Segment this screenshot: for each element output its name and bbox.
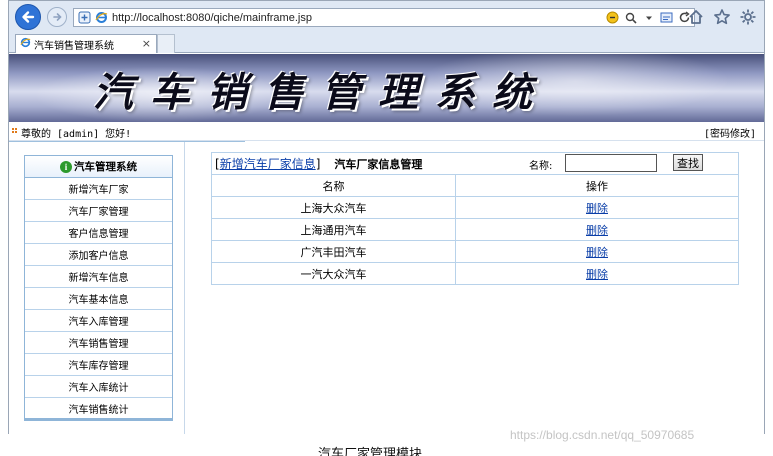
- arrow-right-icon: [53, 13, 62, 21]
- sidebar-menu: i 汽车管理系统 新增汽车厂家 汽车厂家管理 客户信息管理 添加客户信息 新增汽…: [24, 155, 173, 421]
- search-label: 名称:: [529, 161, 553, 172]
- watermark: https://blog.csdn.net/qq_50970685: [510, 428, 695, 442]
- browser-tab[interactable]: 汽车销售管理系统 ×: [15, 34, 157, 53]
- delete-link[interactable]: 删除: [586, 268, 608, 281]
- delete-link[interactable]: 删除: [586, 202, 608, 215]
- column-header-action: 操作: [455, 174, 739, 197]
- manufacturer-table: 名称 操作 上海大众汽车 删除 上海通用汽车 删除 广汽丰田汽车 删除 一汽大众…: [211, 174, 739, 285]
- delete-link[interactable]: 删除: [586, 224, 608, 237]
- manufacturer-name: 广汽丰田汽车: [211, 240, 456, 263]
- table-row: 一汽大众汽车 删除: [211, 262, 739, 285]
- compatibility-view-icon[interactable]: [660, 11, 673, 24]
- sidebar-item-manufacturer-management[interactable]: 汽车厂家管理: [25, 200, 172, 222]
- bracket-close: ]: [315, 156, 321, 171]
- user-bar: 尊敬的 [admin] 您好! [密码修改]: [9, 122, 764, 141]
- content-toolbar: [ 新增汽车厂家信息 ] 汽车厂家信息管理 名称: 查找: [211, 152, 739, 174]
- browser-right-tools: [686, 7, 758, 27]
- search-input[interactable]: [565, 154, 657, 172]
- action-cell: 删除: [455, 218, 739, 241]
- banner-title: 汽车销售管理系统: [93, 69, 549, 116]
- table-row: 上海通用汽车 删除: [211, 218, 739, 241]
- manufacturer-name: 上海大众汽车: [211, 196, 456, 219]
- browser-toolbar: http://localhost:8080/qiche/mainframe.js…: [9, 1, 764, 33]
- left-frame: i 汽车管理系统 新增汽车厂家 汽车厂家管理 客户信息管理 添加客户信息 新增汽…: [9, 142, 185, 434]
- manufacturer-name: 一汽大众汽车: [211, 262, 456, 285]
- address-tools: [606, 10, 691, 25]
- address-bar[interactable]: http://localhost:8080/qiche/mainframe.js…: [73, 8, 695, 27]
- action-cell: 删除: [455, 196, 739, 219]
- arrow-left-icon: [22, 11, 35, 23]
- new-tab-button[interactable]: [157, 34, 175, 53]
- ie-icon: [95, 11, 108, 24]
- page-viewport: 汽车销售管理系统 尊敬的 [admin] 您好! [密码修改] i 汽车管理系统…: [9, 54, 764, 434]
- column-header-name: 名称: [211, 174, 456, 197]
- sidebar-item-stock-in[interactable]: 汽车入库管理: [25, 310, 172, 332]
- dropdown-icon[interactable]: [642, 11, 655, 24]
- manufacturer-name: 上海通用汽车: [211, 218, 456, 241]
- tab-title: 汽车销售管理系统: [34, 40, 114, 52]
- page-icon: [78, 11, 91, 24]
- browser-window: http://localhost:8080/qiche/mainframe.js…: [8, 0, 765, 434]
- sidebar-header: i 汽车管理系统: [25, 156, 172, 178]
- sidebar-item-customer-management[interactable]: 客户信息管理: [25, 222, 172, 244]
- table-header-row: 名称 操作: [211, 174, 739, 197]
- welcome-text: 尊敬的 [admin] 您好!: [21, 129, 132, 140]
- url-text[interactable]: http://localhost:8080/qiche/mainframe.js…: [112, 12, 312, 24]
- sidebar-item-car-info[interactable]: 汽车基本信息: [25, 288, 172, 310]
- tab-ie-icon: [20, 37, 31, 51]
- star-icon[interactable]: [712, 7, 732, 27]
- add-manufacturer-link[interactable]: 新增汽车厂家信息: [220, 155, 316, 172]
- table-row: 广汽丰田汽车 删除: [211, 240, 739, 263]
- back-button[interactable]: [15, 4, 41, 30]
- action-cell: 删除: [455, 240, 739, 263]
- table-row: 上海大众汽车 删除: [211, 196, 739, 219]
- header-banner: 汽车销售管理系统: [9, 54, 764, 122]
- search-icon[interactable]: [624, 11, 637, 24]
- sidebar-item-add-customer[interactable]: 添加客户信息: [25, 244, 172, 266]
- gear-icon[interactable]: [738, 7, 758, 27]
- tab-strip: 汽车销售管理系统 ×: [9, 33, 764, 53]
- sidebar-item-stock-in-stats[interactable]: 汽车入库统计: [25, 376, 172, 398]
- module-title: 汽车厂家信息管理: [334, 157, 423, 171]
- search-button[interactable]: 查找: [673, 154, 703, 171]
- bullet-icon: [12, 128, 18, 134]
- main-content: [ 新增汽车厂家信息 ] 汽车厂家信息管理 名称: 查找 名称 操作 上海大众汽…: [211, 152, 739, 285]
- home-icon[interactable]: [686, 7, 706, 27]
- action-cell: 删除: [455, 262, 739, 285]
- figure-caption: 汽车厂家管理模块: [318, 447, 423, 456]
- compat-icon[interactable]: [606, 11, 619, 24]
- sidebar-item-sales[interactable]: 汽车销售管理: [25, 332, 172, 354]
- sidebar-item-add-manufacturer[interactable]: 新增汽车厂家: [25, 178, 172, 200]
- delete-link[interactable]: 删除: [586, 246, 608, 259]
- info-icon: i: [60, 160, 72, 173]
- sidebar-item-inventory[interactable]: 汽车库存管理: [25, 354, 172, 376]
- sidebar-header-label: 汽车管理系统: [74, 161, 137, 173]
- sidebar-item-add-car[interactable]: 新增汽车信息: [25, 266, 172, 288]
- forward-button[interactable]: [47, 7, 67, 27]
- sidebar-item-sales-stats[interactable]: 汽车销售统计: [25, 398, 172, 420]
- tab-close-icon[interactable]: ×: [142, 37, 151, 50]
- change-password-link[interactable]: [密码修改]: [704, 125, 756, 140]
